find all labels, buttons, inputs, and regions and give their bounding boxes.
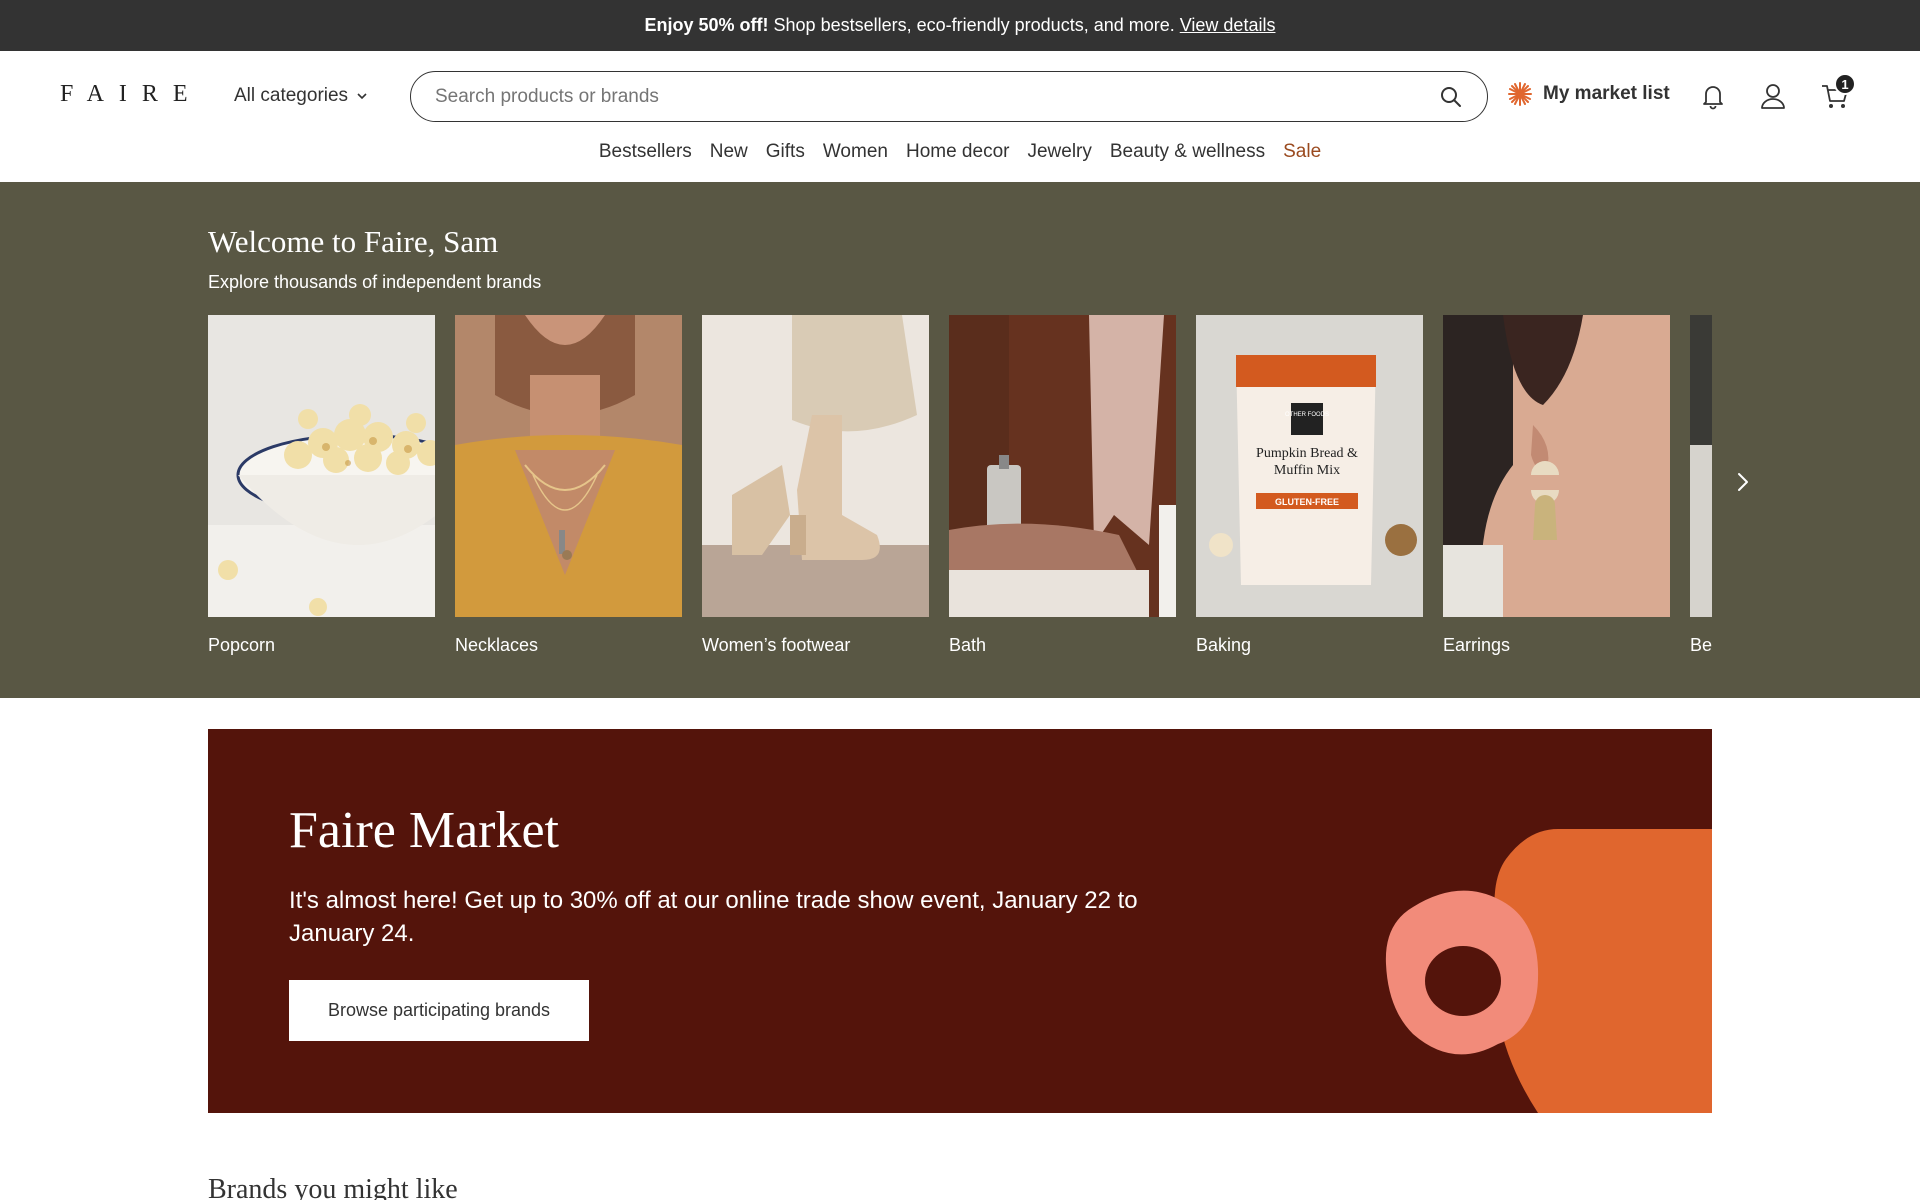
category-card-beauty-partial[interactable]: Be bbox=[1690, 315, 1712, 656]
category-card-earrings[interactable]: Earrings bbox=[1443, 315, 1670, 656]
welcome-section: Welcome to Faire, Sam Explore thousands … bbox=[0, 182, 1920, 698]
chevron-right-icon[interactable] bbox=[1728, 467, 1758, 497]
category-label-womens-footwear: Women’s footwear bbox=[702, 635, 851, 655]
beauty-image bbox=[1690, 315, 1712, 617]
category-label-baking: Baking bbox=[1196, 635, 1252, 655]
search-bar bbox=[410, 71, 1488, 122]
user-icon[interactable] bbox=[1758, 81, 1788, 111]
faire-logo[interactable]: FAIRE bbox=[60, 81, 203, 108]
nav-gifts[interactable]: Gifts bbox=[757, 141, 814, 163]
category-label-bath: Bath bbox=[949, 635, 987, 655]
popcorn-image bbox=[208, 315, 435, 617]
welcome-title: Welcome to Faire, Sam bbox=[208, 224, 499, 259]
earrings-image bbox=[1443, 315, 1670, 617]
my-market-list-button[interactable]: My market list bbox=[1507, 81, 1670, 107]
all-categories-dropdown[interactable]: All categories bbox=[234, 85, 368, 107]
nav-jewelry[interactable]: Jewelry bbox=[1018, 141, 1100, 163]
category-label-earrings: Earrings bbox=[1443, 635, 1511, 655]
nav-beauty-wellness[interactable]: Beauty & wellness bbox=[1101, 141, 1274, 163]
promo-bar: Enjoy 50% off! Shop bestsellers, eco-fri… bbox=[0, 0, 1920, 51]
category-label-necklaces: Necklaces bbox=[455, 635, 539, 655]
market-description: It's almost here! Get up to 30% off at o… bbox=[289, 887, 1138, 947]
browse-participating-brands-button[interactable]: Browse participating brands bbox=[289, 980, 589, 1041]
necklaces-image bbox=[455, 315, 682, 617]
bath-image bbox=[949, 315, 1176, 617]
market-title: Faire Market bbox=[289, 802, 560, 859]
category-card-necklaces[interactable]: Necklaces bbox=[455, 315, 682, 656]
nav-new[interactable]: New bbox=[701, 141, 757, 163]
womens-footwear-image bbox=[702, 315, 929, 617]
category-label-beauty-partial: Be bbox=[1690, 635, 1712, 655]
all-categories-label: All categories bbox=[234, 85, 349, 106]
nav-sale[interactable]: Sale bbox=[1274, 141, 1330, 163]
category-card-popcorn[interactable]: Popcorn bbox=[208, 315, 435, 656]
cart-count-badge: 1 bbox=[1834, 73, 1856, 95]
search-input[interactable] bbox=[435, 85, 1439, 108]
baking-image: OTHER FOODS Pumpkin Bread & Muffin Mix G… bbox=[1196, 315, 1423, 617]
category-card-bath[interactable]: Bath bbox=[949, 315, 1176, 656]
sunburst-icon bbox=[1508, 82, 1532, 106]
bell-icon[interactable] bbox=[1698, 81, 1728, 111]
category-card-womens-footwear[interactable]: Women’s footwear bbox=[702, 315, 929, 656]
promo-bold: Enjoy 50% off! bbox=[644, 15, 769, 35]
nav-women[interactable]: Women bbox=[814, 141, 897, 163]
nav-bestsellers[interactable]: Bestsellers bbox=[590, 141, 701, 163]
category-carousel: Popcorn Necklaces Women’s footwear Bath … bbox=[208, 315, 1712, 675]
brands-you-might-like-heading: Brands you might like bbox=[208, 1174, 458, 1200]
header: FAIRE All categories My market list bbox=[0, 51, 1920, 182]
baking-pack-brand: OTHER FOODS bbox=[1285, 412, 1329, 418]
category-label-popcorn: Popcorn bbox=[208, 635, 276, 655]
search-icon[interactable] bbox=[1439, 85, 1463, 109]
my-market-list-label: My market list bbox=[1543, 83, 1670, 104]
category-nav: Bestsellers New Gifts Women Home decor J… bbox=[0, 141, 1920, 163]
chevron-down-icon bbox=[357, 93, 367, 100]
baking-pack-claim: GLUTEN-FREE bbox=[1275, 497, 1339, 507]
category-card-baking[interactable]: OTHER FOODS Pumpkin Bread & Muffin Mix G… bbox=[1196, 315, 1423, 656]
baking-pack-product: Pumpkin Bread & Muffin Mix bbox=[1256, 446, 1358, 478]
market-decoration bbox=[1385, 829, 1712, 1113]
faire-market-banner: Faire Market It's almost here! Get up to… bbox=[208, 729, 1712, 1113]
nav-home-decor[interactable]: Home decor bbox=[897, 141, 1019, 163]
welcome-subtitle: Explore thousands of independent brands bbox=[208, 272, 542, 292]
promo-text: Shop bestsellers, eco-friendly products,… bbox=[773, 15, 1175, 35]
view-details-link[interactable]: View details bbox=[1180, 15, 1276, 36]
